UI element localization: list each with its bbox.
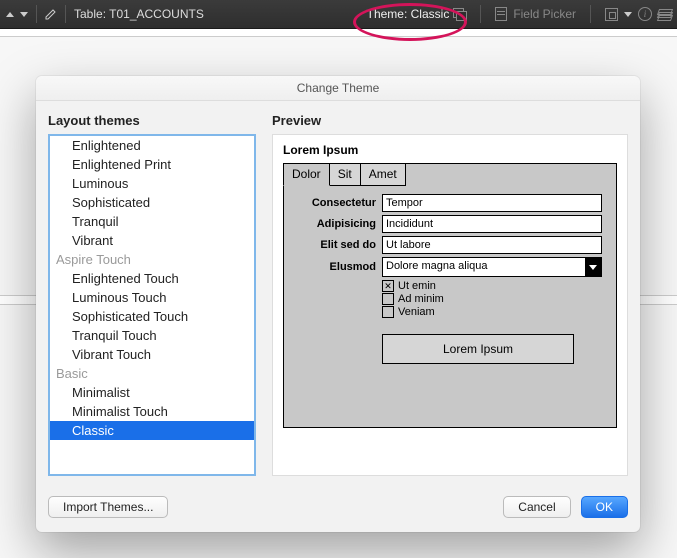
checkbox-label: Ut emin	[398, 280, 436, 292]
field-label: Elit sed do	[298, 239, 382, 251]
layers-icon[interactable]	[658, 9, 671, 20]
checkbox-row[interactable]: Ut emin	[382, 280, 602, 292]
change-theme-dialog: Change Theme Layout themes EnlightenedEn…	[36, 76, 640, 532]
ok-button[interactable]: OK	[581, 496, 628, 518]
theme-item[interactable]: Vibrant	[50, 231, 254, 250]
text-field[interactable]: Tempor	[382, 194, 602, 212]
toolbar-divider	[36, 5, 37, 23]
info-icon[interactable]: i	[638, 7, 652, 21]
checkbox-icon	[382, 280, 394, 292]
checkbox-row[interactable]: Veniam	[382, 306, 602, 318]
theme-group-header: Basic	[50, 364, 254, 383]
theme-label[interactable]: Theme: Classic	[367, 7, 450, 21]
preview-tab[interactable]: Dolor	[283, 163, 330, 186]
preview-title: Lorem Ipsum	[283, 143, 617, 157]
checkbox-row[interactable]: Ad minim	[382, 293, 602, 305]
text-field[interactable]: Ut labore	[382, 236, 602, 254]
field-picker-icon[interactable]	[495, 7, 507, 21]
preview-tab[interactable]: Sit	[329, 163, 361, 186]
import-themes-button[interactable]: Import Themes...	[48, 496, 168, 518]
theme-item[interactable]: Enlightened Print	[50, 155, 254, 174]
theme-list[interactable]: EnlightenedEnlightened PrintLuminousSoph…	[48, 134, 256, 476]
theme-item[interactable]: Tranquil	[50, 212, 254, 231]
chevron-down-icon	[585, 258, 601, 276]
theme-item[interactable]: Minimalist	[50, 383, 254, 402]
chevron-up-icon[interactable]	[6, 12, 14, 17]
select-field[interactable]: Dolore magna aliqua	[382, 257, 602, 277]
square-grid-icon[interactable]	[605, 8, 618, 21]
preview-panel: DolorSitAmet Consectetur Tempor Adipisic…	[283, 163, 617, 428]
pencil-icon[interactable]	[45, 8, 57, 20]
background-stripe	[0, 28, 677, 37]
text-field[interactable]: Incididunt	[382, 215, 602, 233]
theme-item[interactable]: Luminous	[50, 174, 254, 193]
theme-item[interactable]: Vibrant Touch	[50, 345, 254, 364]
theme-item[interactable]: Enlightened Touch	[50, 269, 254, 288]
table-name-label[interactable]: Table: T01_ACCOUNTS	[74, 7, 204, 21]
field-picker-label[interactable]: Field Picker	[513, 7, 576, 21]
chevron-down-icon[interactable]	[624, 12, 632, 17]
theme-item[interactable]: Minimalist Touch	[50, 402, 254, 421]
checkbox-label: Ad minim	[398, 293, 444, 305]
select-value: Dolore magna aliqua	[386, 260, 488, 272]
toolbar-divider	[590, 5, 591, 23]
field-label: Adipisicing	[298, 218, 382, 230]
theme-item[interactable]: Classic	[50, 421, 254, 440]
theme-item[interactable]: Tranquil Touch	[50, 326, 254, 345]
toolbar-divider	[480, 5, 481, 23]
preview-button[interactable]: Lorem Ipsum	[382, 334, 574, 364]
layout-themes-heading: Layout themes	[48, 113, 256, 128]
theme-group-header: Aspire Touch	[50, 250, 254, 269]
checkbox-label: Veniam	[398, 306, 435, 318]
dialog-title: Change Theme	[36, 76, 640, 101]
app-toolbar: Table: T01_ACCOUNTS Theme: Classic Field…	[0, 0, 677, 29]
preview-heading: Preview	[272, 113, 628, 128]
theme-item[interactable]: Enlightened	[50, 136, 254, 155]
chevron-down-icon[interactable]	[20, 12, 28, 17]
preview-tabs: DolorSitAmet	[283, 163, 405, 186]
field-label: Elusmod	[298, 261, 382, 273]
theme-item[interactable]: Luminous Touch	[50, 288, 254, 307]
duplicate-icon[interactable]	[453, 8, 466, 20]
theme-item[interactable]: Sophisticated Touch	[50, 307, 254, 326]
checkbox-icon	[382, 306, 394, 318]
preview-tab[interactable]: Amet	[360, 163, 406, 186]
toolbar-divider	[65, 5, 66, 23]
theme-item[interactable]: Sophisticated	[50, 193, 254, 212]
field-label: Consectetur	[298, 197, 382, 209]
cancel-button[interactable]: Cancel	[503, 496, 570, 518]
preview-frame: Lorem Ipsum DolorSitAmet Consectetur Tem…	[272, 134, 628, 476]
checkbox-icon	[382, 293, 394, 305]
toolbar-left-segment	[6, 12, 28, 17]
